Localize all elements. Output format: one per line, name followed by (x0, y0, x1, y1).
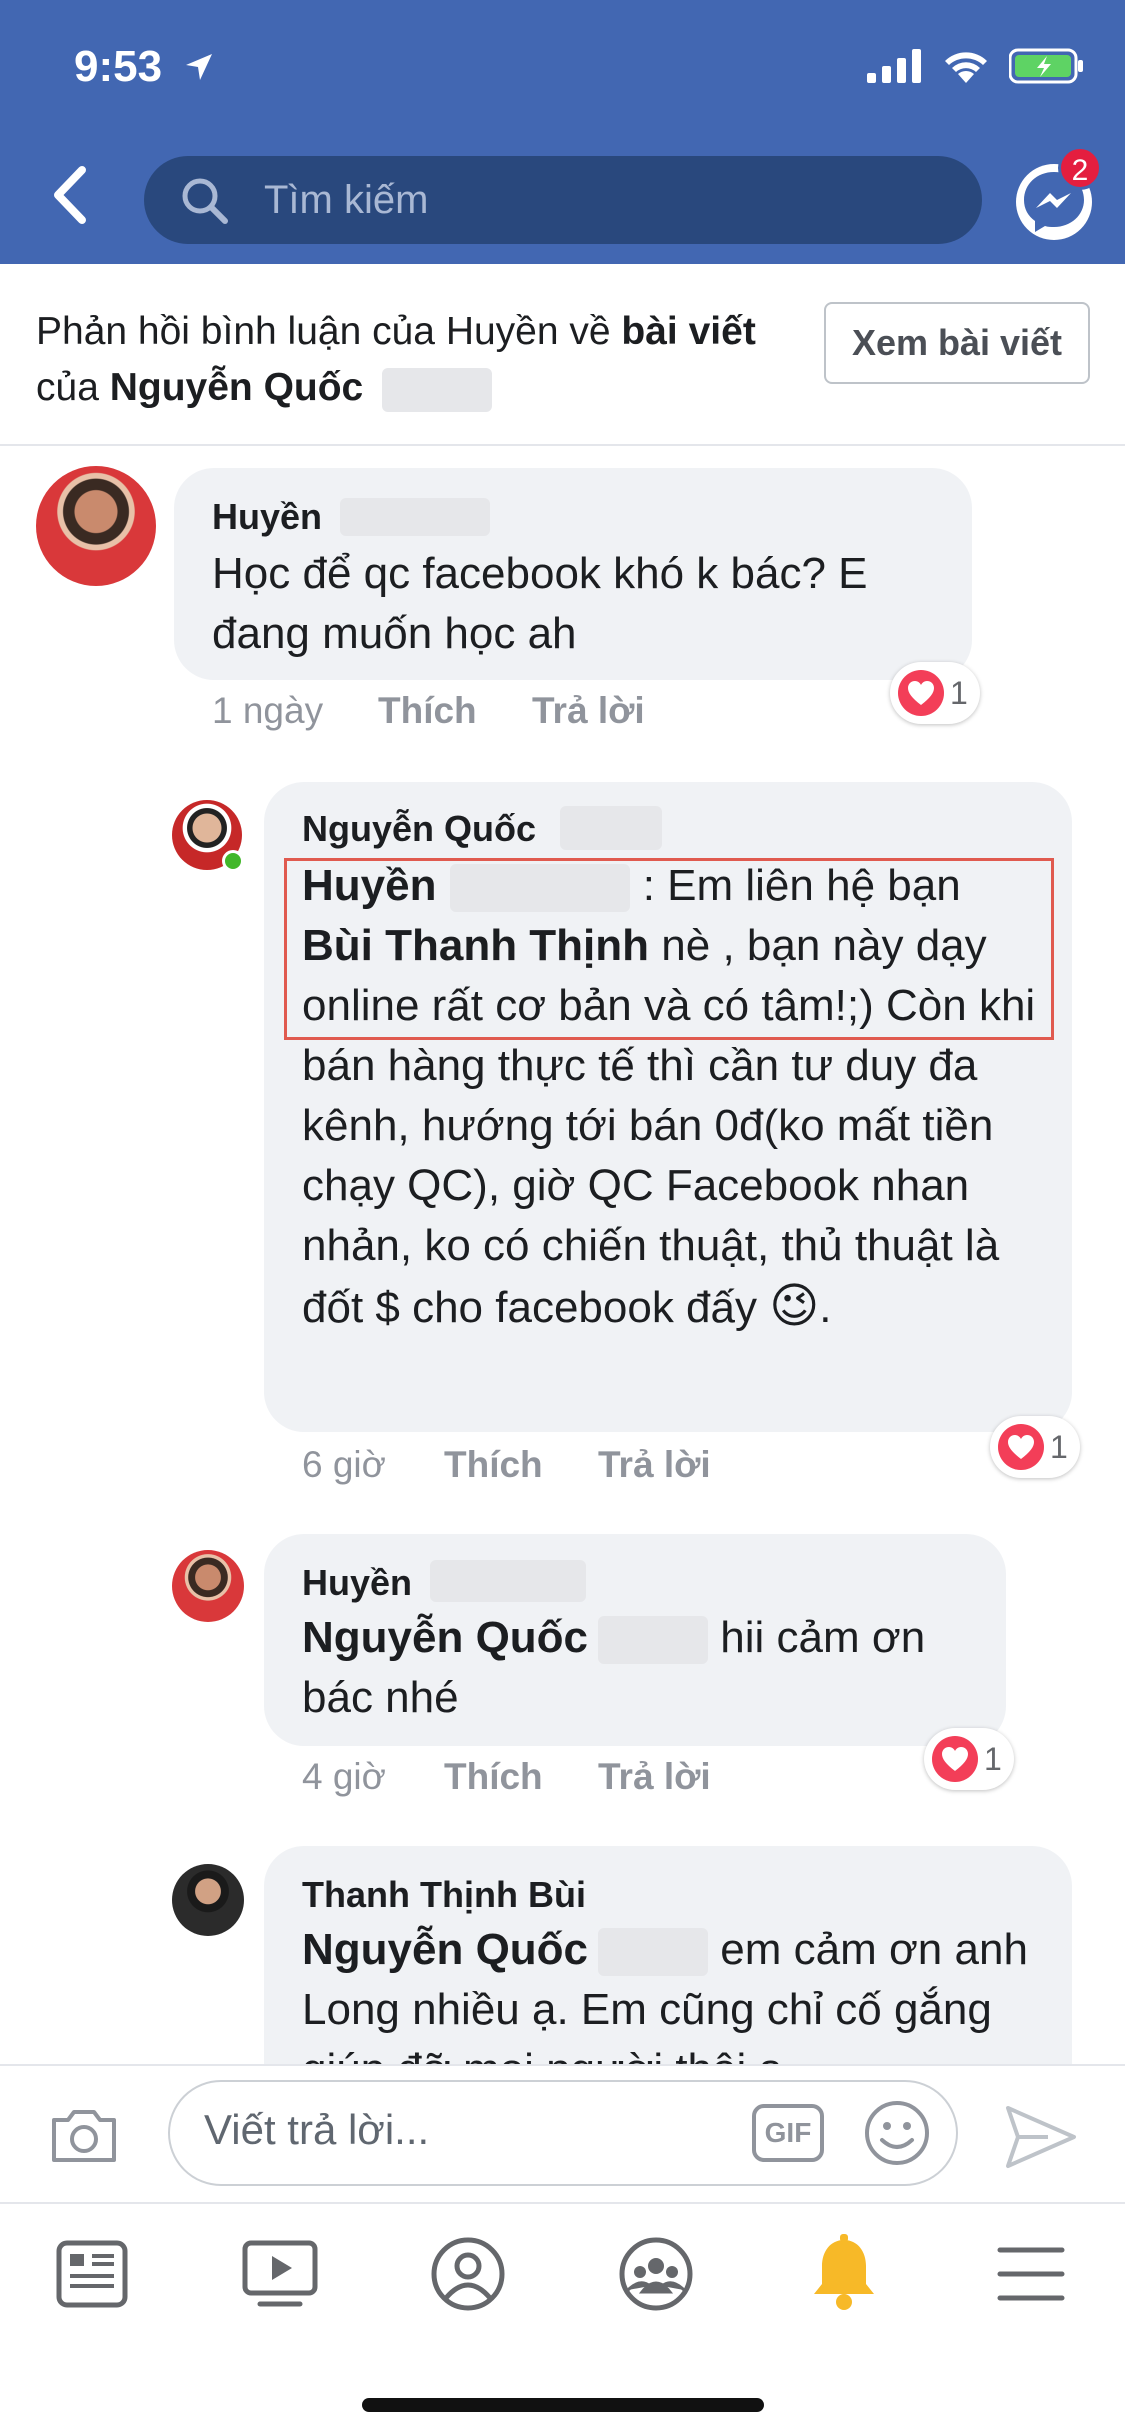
send-icon[interactable] (1004, 2102, 1078, 2172)
camera-icon[interactable] (48, 2106, 120, 2166)
comment-author[interactable]: Nguyễn Quốc (302, 808, 536, 850)
emoji-icon[interactable] (862, 2098, 932, 2168)
reaction-number: 1 (950, 674, 968, 711)
search-placeholder: Tìm kiếm (264, 178, 429, 222)
reaction-number: 1 (984, 1740, 1002, 1777)
comment-time: 6 giờ (302, 1444, 386, 1485)
location-arrow-icon (186, 54, 212, 80)
view-post-button[interactable]: Xem bài viết (824, 302, 1090, 384)
comment-author[interactable]: Huyền (212, 496, 322, 538)
comment-text-part: . (819, 1283, 832, 1332)
reaction-count[interactable]: 1 (990, 1416, 1080, 1478)
back-chevron-icon[interactable] (42, 160, 102, 230)
home-indicator (362, 2398, 764, 2412)
redacted-name (430, 1560, 586, 1602)
context-middle: của (36, 366, 110, 409)
gif-button[interactable]: GIF (752, 2104, 824, 2162)
top-header: 9:53 Tìm kiếm 2 (0, 0, 1125, 264)
heart-reaction-icon (932, 1736, 978, 1782)
comment-text: Nguyễn Quốc hii cảm ơn bác nhé (302, 1608, 982, 1728)
wink-emoji: 😉 (769, 1278, 820, 1334)
redacted-name (382, 367, 493, 412)
news-feed-icon[interactable] (56, 2240, 128, 2308)
reaction-count[interactable]: 1 (924, 1728, 1014, 1790)
battery-charging-icon (1009, 48, 1083, 84)
like-button[interactable]: Thích (378, 690, 477, 732)
reply-placeholder: Viết trả lời... (204, 2106, 430, 2153)
comment-time: 4 giờ (302, 1756, 386, 1797)
context-prefix: Phản hồi bình luận của Huyền về (36, 310, 622, 353)
reply-button[interactable]: Trả lời (532, 690, 645, 732)
comment-text: Học để qc facebook khó k bác? E đang muố… (212, 549, 868, 658)
highlight-box (284, 858, 1054, 1040)
context-post-link[interactable]: bài viết (621, 310, 755, 353)
mention-link[interactable]: Nguyễn Quốc (302, 1925, 588, 1974)
groups-icon[interactable] (618, 2236, 694, 2312)
avatar[interactable] (172, 1864, 244, 1936)
watch-icon[interactable] (242, 2240, 318, 2310)
like-label: Thích (444, 1444, 543, 1485)
reply-label: Trả lời (598, 1756, 711, 1797)
app-screen: 9:53 Tìm kiếm 2 Phản hồi bình luận của H… (0, 0, 1125, 2436)
like-label: Thích (444, 1756, 543, 1797)
mention-link[interactable]: Nguyễn Quốc (302, 1613, 588, 1662)
comment-author[interactable]: Huyền (302, 1562, 412, 1604)
heart-reaction-icon (998, 1424, 1044, 1470)
notifications-bell-icon[interactable] (808, 2234, 880, 2314)
reply-label: Trả lời (532, 690, 645, 731)
reply-context-text: Phản hồi bình luận của Huyền về bài viết… (36, 304, 776, 416)
reaction-number: 1 (1050, 1428, 1068, 1465)
profile-icon[interactable] (430, 2236, 506, 2312)
like-button[interactable]: Thích (444, 1444, 543, 1486)
avatar[interactable] (172, 1550, 244, 1622)
comment-time: 1 ngày (212, 690, 324, 731)
redacted-name (598, 1928, 709, 1977)
author-name: Nguyễn Quốc (302, 808, 537, 849)
like-button[interactable]: Thích (444, 1756, 543, 1798)
status-indicators (867, 48, 1085, 84)
reply-label: Trả lời (598, 1444, 711, 1485)
comment-author[interactable]: Thanh Thịnh Bùi (302, 1874, 586, 1916)
search-bar[interactable]: Tìm kiếm (144, 156, 982, 244)
reply-button[interactable]: Trả lời (598, 1756, 711, 1798)
online-status-dot (222, 850, 244, 872)
status-time: 9:53 (74, 42, 163, 91)
redacted-name (560, 806, 662, 850)
signal-icon (867, 49, 921, 83)
search-icon (182, 178, 228, 224)
messenger-badge: 2 (1058, 146, 1102, 190)
heart-reaction-icon (898, 670, 944, 716)
menu-icon[interactable] (996, 2244, 1066, 2304)
avatar[interactable] (36, 466, 156, 586)
reaction-count[interactable]: 1 (890, 662, 980, 724)
redacted-name (598, 1616, 709, 1665)
context-author-name[interactable]: Nguyễn Quốc (110, 366, 364, 409)
redacted-name (340, 498, 490, 536)
reply-button[interactable]: Trả lời (598, 1444, 711, 1486)
like-label: Thích (378, 690, 477, 731)
wifi-icon (945, 52, 987, 83)
